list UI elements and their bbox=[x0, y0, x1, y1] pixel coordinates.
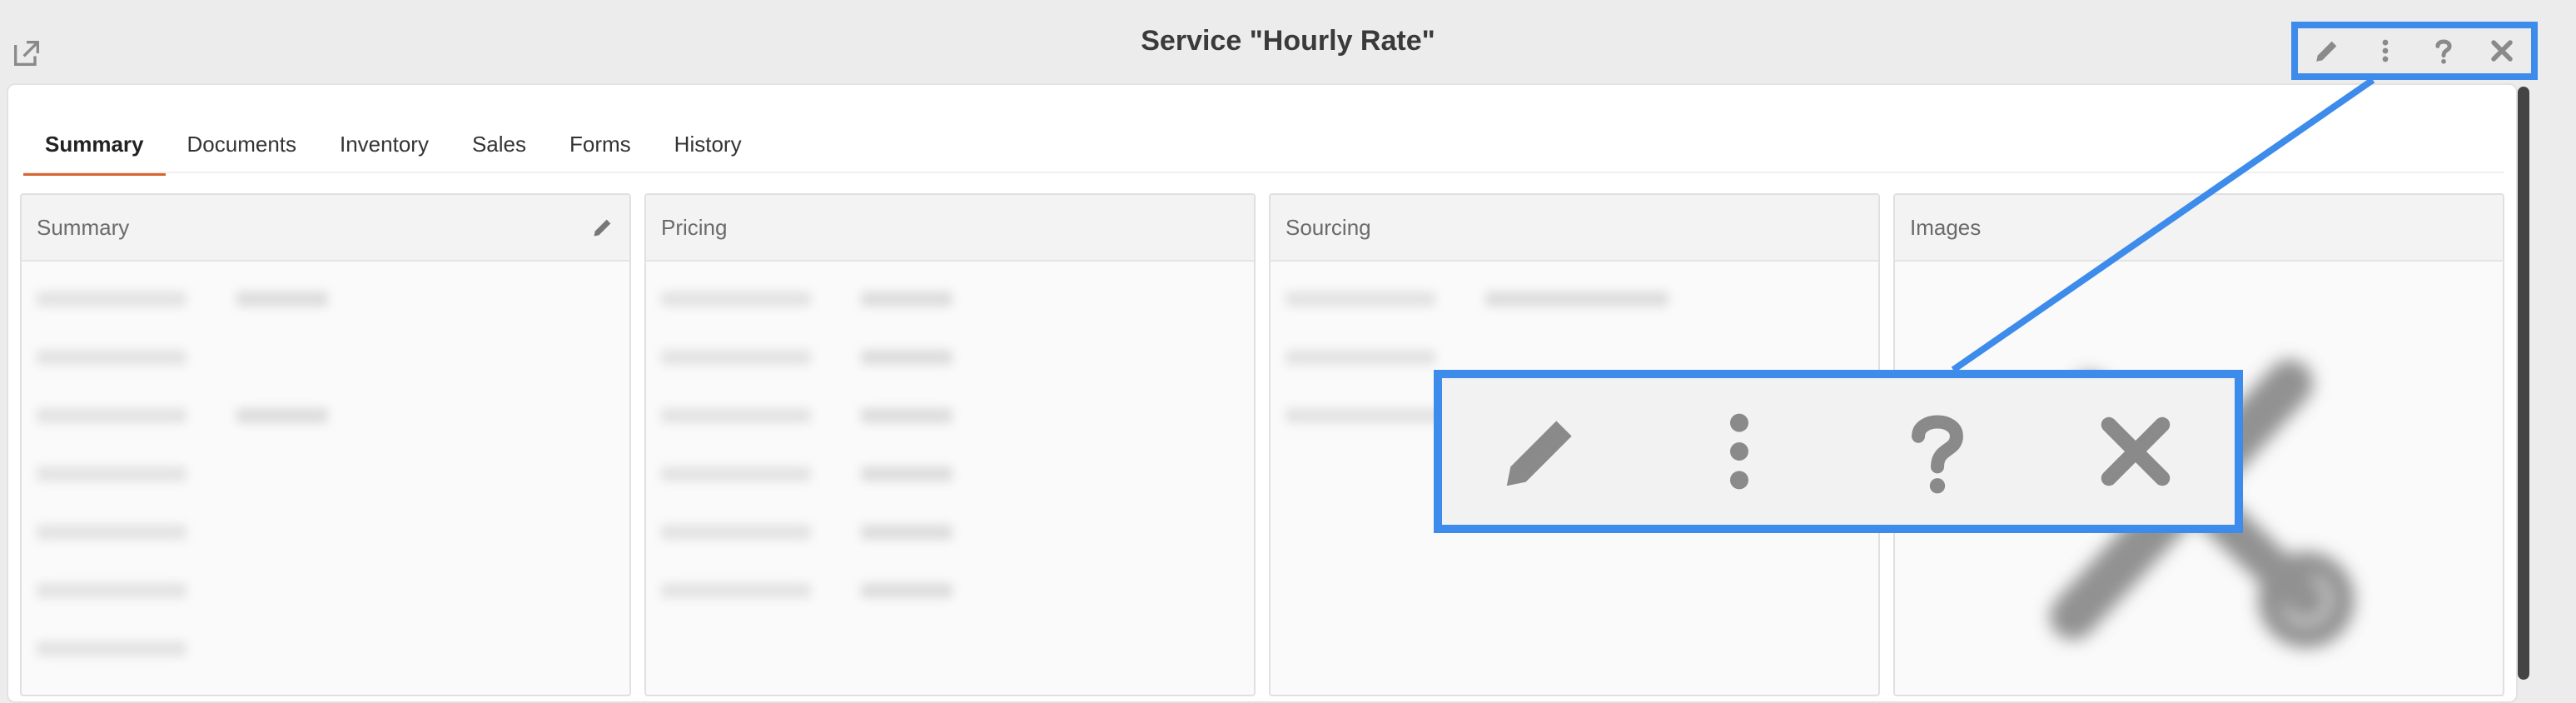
tab-bar: Summary Documents Inventory Sales Forms … bbox=[23, 117, 763, 176]
sourcing-card-title: Sourcing bbox=[1286, 214, 1371, 240]
close-button[interactable] bbox=[2484, 32, 2520, 69]
pencil-icon bbox=[2316, 41, 2337, 62]
edit-button[interactable] bbox=[2309, 32, 2345, 69]
zoom-close-button bbox=[2086, 401, 2186, 501]
tab-history[interactable]: History bbox=[653, 117, 763, 176]
summary-blurred-content bbox=[22, 262, 629, 686]
tabs-divider bbox=[23, 172, 2504, 173]
close-icon bbox=[2101, 416, 2171, 486]
pricing-card: Pricing bbox=[644, 193, 1256, 696]
scrollbar[interactable] bbox=[2518, 87, 2529, 680]
zoom-more-button bbox=[1689, 401, 1789, 501]
pencil-icon[interactable] bbox=[591, 216, 614, 239]
pricing-card-title: Pricing bbox=[661, 214, 728, 240]
tab-forms[interactable]: Forms bbox=[548, 117, 653, 176]
pencil-icon bbox=[1506, 421, 1572, 486]
more-button[interactable] bbox=[2367, 32, 2404, 69]
window-title: Service "Hourly Rate" bbox=[1141, 25, 1435, 57]
tab-inventory[interactable]: Inventory bbox=[318, 117, 450, 176]
pricing-blurred-content bbox=[646, 262, 1254, 628]
window-toolbar bbox=[2291, 22, 2538, 80]
help-button[interactable] bbox=[2425, 32, 2462, 69]
images-card-title: Images bbox=[1910, 214, 1982, 240]
more-vertical-icon bbox=[2382, 39, 2389, 62]
tab-documents[interactable]: Documents bbox=[166, 117, 319, 176]
more-vertical-icon bbox=[1730, 413, 1748, 490]
zoom-edit-button bbox=[1491, 401, 1591, 501]
close-icon bbox=[2491, 40, 2513, 62]
summary-card: Summary bbox=[20, 193, 631, 696]
toolbar-zoom-callout bbox=[1434, 370, 2243, 533]
help-icon bbox=[2435, 39, 2452, 64]
help-icon bbox=[1912, 415, 1963, 494]
zoom-help-button bbox=[1887, 401, 1987, 501]
summary-card-title: Summary bbox=[37, 214, 130, 240]
tab-summary[interactable]: Summary bbox=[23, 117, 166, 176]
tab-sales[interactable]: Sales bbox=[450, 117, 548, 176]
